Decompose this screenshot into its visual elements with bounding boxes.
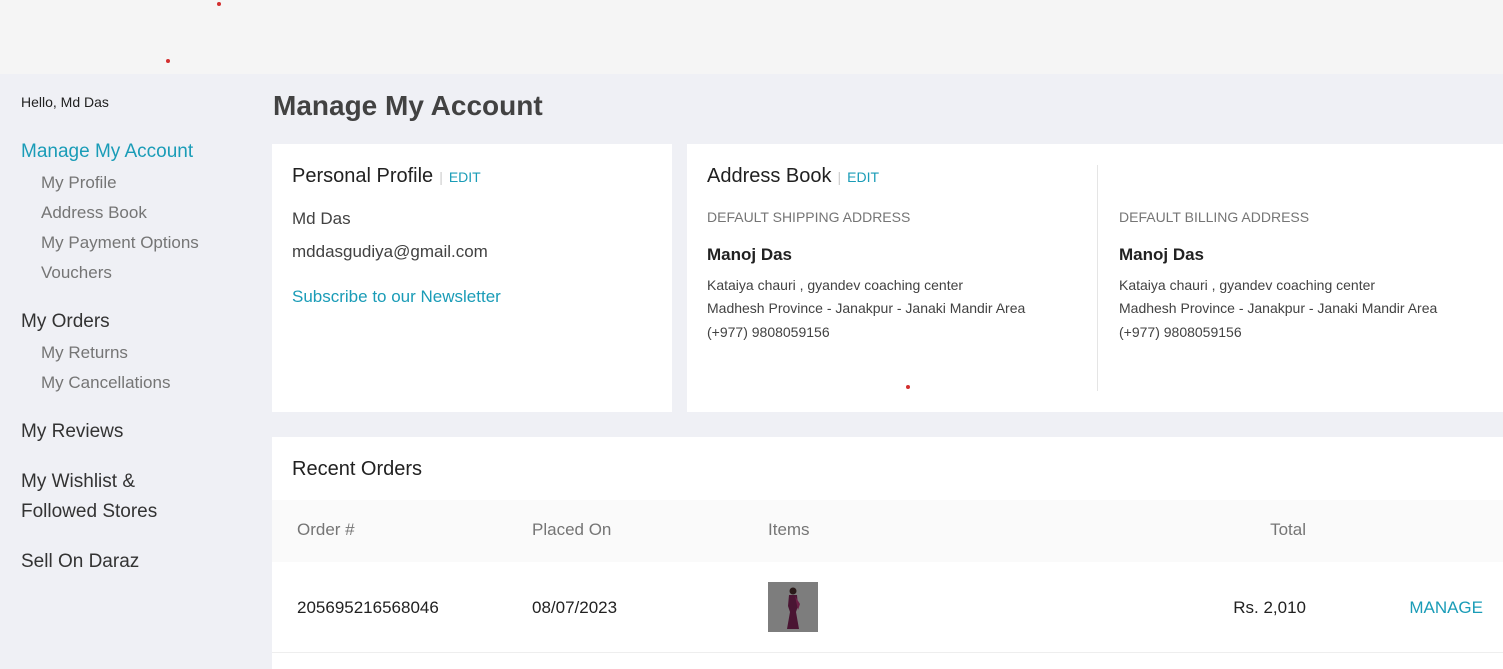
- title-separator: |: [439, 169, 443, 185]
- address-card-title: Address Book | EDIT: [707, 165, 879, 188]
- order-total: Rs. 2,010: [1233, 598, 1306, 617]
- sidebar-item-sell-on-daraz[interactable]: Sell On Daraz: [21, 547, 139, 577]
- address-divider: [1097, 165, 1098, 391]
- sidebar-item-wishlist[interactable]: My Wishlist & Followed Stores: [21, 467, 157, 527]
- billing-address-line1: Kataiya chauri , gyandev coaching center: [1119, 277, 1376, 293]
- shipping-address-heading: DEFAULT SHIPPING ADDRESS: [707, 209, 911, 225]
- shipping-address-line2: Madhesh Province - Janakpur - Janaki Man…: [707, 300, 1026, 316]
- billing-address-phone: (+977) 9808059156: [1119, 324, 1242, 340]
- billing-address-heading: DEFAULT BILLING ADDRESS: [1119, 209, 1310, 225]
- greeting-text: Hello, Md Das: [21, 94, 109, 110]
- marker-dot: [906, 385, 910, 389]
- orders-table-header: Order # Placed On Items Total: [272, 500, 1503, 562]
- product-image: [768, 582, 818, 632]
- billing-address-name: Manoj Das: [1119, 245, 1205, 264]
- recent-orders-title: Recent Orders: [292, 458, 423, 480]
- sidebar-item-my-reviews[interactable]: My Reviews: [21, 417, 123, 447]
- saree-product-thumbnail[interactable]: [768, 582, 818, 632]
- wishlist-label-line2: Followed Stores: [21, 501, 158, 522]
- shipping-address-name: Manoj Das: [707, 245, 793, 264]
- top-header: [0, 0, 1503, 74]
- header-total: Total: [1270, 520, 1306, 539]
- marker-dot: [217, 2, 221, 6]
- order-placed-date: 08/07/2023: [532, 598, 618, 617]
- personal-profile-card: Personal Profile | EDIT Md Das mddasgudiya…: [272, 144, 672, 412]
- sidebar-item-address-book[interactable]: Address Book: [41, 203, 147, 223]
- sidebar-item-my-profile[interactable]: My Profile: [41, 173, 117, 193]
- profile-title-text: Personal Profile: [292, 165, 434, 187]
- address-edit-link[interactable]: EDIT: [847, 169, 879, 185]
- shipping-address-phone: (+977) 9808059156: [707, 324, 830, 340]
- sidebar-item-payment-options[interactable]: My Payment Options: [41, 233, 199, 253]
- header-order-number: Order #: [297, 520, 355, 539]
- header-placed-on: Placed On: [532, 520, 612, 539]
- address-title-text: Address Book: [707, 165, 832, 187]
- marker-dot: [166, 59, 170, 63]
- page-title: Manage My Account: [273, 90, 543, 121]
- header-items: Items: [768, 520, 810, 539]
- sidebar-item-my-returns[interactable]: My Returns: [41, 343, 128, 363]
- profile-edit-link[interactable]: EDIT: [449, 169, 481, 185]
- profile-email: mddasgudiya@gmail.com: [292, 242, 488, 261]
- recent-orders-card: Recent Orders Order # Placed On Items To…: [272, 437, 1503, 669]
- wishlist-label-line1: My Wishlist &: [21, 471, 135, 492]
- sidebar-item-my-orders[interactable]: My Orders: [21, 307, 110, 337]
- billing-address-line2: Madhesh Province - Janakpur - Janaki Man…: [1119, 300, 1438, 316]
- newsletter-subscribe-link[interactable]: Subscribe to our Newsletter: [292, 287, 501, 307]
- sidebar-item-my-cancellations[interactable]: My Cancellations: [41, 373, 170, 393]
- sidebar-item-vouchers[interactable]: Vouchers: [41, 263, 112, 283]
- table-row: 205695216568046 08/07/2023 Rs. 2,010 MAN…: [272, 562, 1503, 653]
- sidebar-item-manage-account[interactable]: Manage My Account: [21, 137, 193, 167]
- profile-card-title: Personal Profile | EDIT: [292, 165, 481, 188]
- address-book-card: Address Book | EDIT DEFAULT SHIPPING ADDRE…: [687, 144, 1503, 412]
- order-number: 205695216568046: [297, 598, 439, 617]
- account-sidebar: Hello, Md Das Manage My Account My Profi…: [0, 74, 258, 669]
- shipping-address-line1: Kataiya chauri , gyandev coaching center: [707, 277, 964, 293]
- manage-order-button[interactable]: MANAGE: [1409, 598, 1483, 618]
- profile-name: Md Das: [292, 209, 351, 228]
- title-separator: |: [837, 169, 842, 185]
